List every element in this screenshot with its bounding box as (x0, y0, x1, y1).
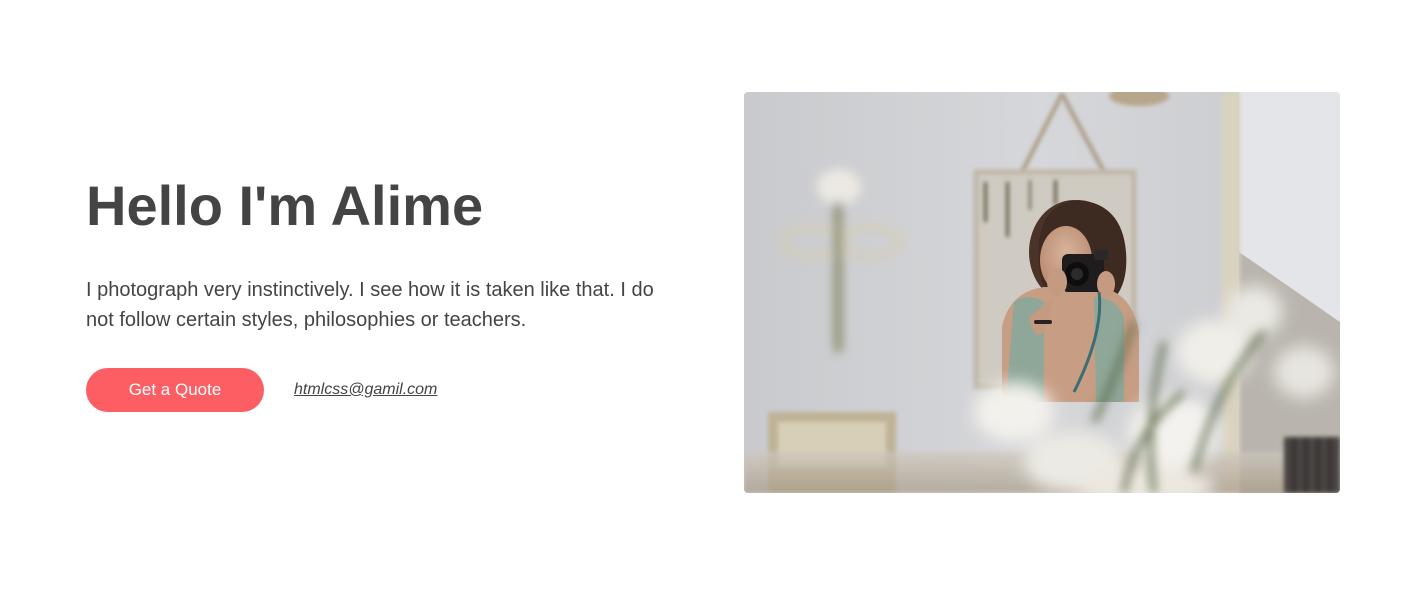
hero-description: I photograph very instinctively. I see h… (86, 279, 654, 331)
email-link[interactable]: htmlcss@gamil.com (294, 381, 437, 399)
hero-title: Hello I'm Alime (86, 174, 484, 237)
hero-text-block: Hello I'm Alime I photograph very instin… (86, 170, 686, 335)
hero-section: Hello I'm Alime I photograph very instin… (0, 0, 1415, 606)
hero-photo (744, 92, 1340, 493)
get-a-quote-button[interactable]: Get a Quote (86, 368, 264, 412)
hero-actions: Get a Quote htmlcss@gamil.com (86, 368, 437, 412)
